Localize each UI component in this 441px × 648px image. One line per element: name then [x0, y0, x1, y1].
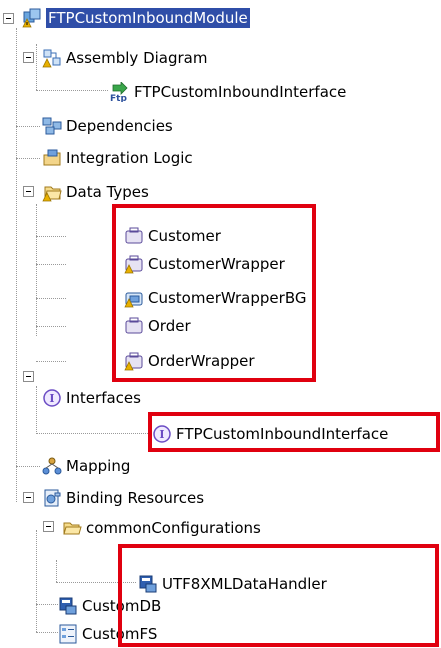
- tree-item-business-object[interactable]: CustomerWrapper: [124, 250, 285, 278]
- tree-item-label: Assembly Diagram: [66, 49, 208, 67]
- tree-item-common-configurations[interactable]: commonConfigurations: [62, 514, 261, 542]
- tree-item-label: commonConfigurations: [86, 519, 261, 537]
- tree-connector: [36, 530, 37, 632]
- svg-text:I: I: [159, 428, 164, 441]
- tree-item-label: CustomFS: [82, 625, 158, 643]
- collapse-toggle[interactable]: [43, 521, 54, 532]
- tree-item-data-types[interactable]: Data Types: [42, 178, 149, 206]
- tree-item-label: Interfaces: [66, 389, 141, 407]
- tree-connector: [56, 560, 57, 582]
- business-object-icon: [124, 254, 144, 274]
- tree-item-mapping[interactable]: Mapping: [42, 452, 130, 480]
- tree-item-assembly-interface[interactable]: Ftp FTPCustomInboundInterface: [110, 78, 346, 106]
- tree-item-label: Mapping: [66, 457, 131, 475]
- function-selector-icon: [58, 624, 78, 644]
- tree-item-business-graph[interactable]: CustomerWrapperBG: [124, 284, 306, 312]
- tree-connector: [36, 90, 108, 91]
- tree-item-label: Integration Logic: [66, 149, 193, 167]
- tree-item-label: CustomDB: [82, 597, 162, 615]
- svg-text:I: I: [49, 392, 54, 405]
- tree-item-interface[interactable]: I FTPCustomInboundInterface: [152, 420, 388, 448]
- tree-connector: [16, 158, 40, 159]
- tree-item-module[interactable]: FTPCustomInboundModule: [22, 4, 250, 32]
- tree-connector: [56, 582, 136, 583]
- dependencies-icon: [42, 116, 62, 136]
- tree-connector: [36, 632, 58, 633]
- data-handler-icon: [58, 596, 78, 616]
- tree-item-dependencies[interactable]: Dependencies: [42, 112, 173, 140]
- tree-connector: [16, 28, 17, 502]
- tree-connector: [36, 44, 37, 90]
- interface-icon: I: [42, 388, 62, 408]
- business-graph-icon: [124, 288, 144, 308]
- module-icon: [22, 8, 42, 28]
- tree-item-label: Dependencies: [66, 117, 173, 135]
- tree-item-label: UTF8XMLDataHandler: [162, 575, 327, 593]
- business-object-icon: [124, 351, 144, 371]
- tree-connector: [36, 236, 66, 237]
- tree-connector: [16, 466, 40, 467]
- business-object-icon: [124, 316, 144, 336]
- business-object-icon: [124, 226, 144, 246]
- tree-item-interfaces[interactable]: I Interfaces: [42, 384, 141, 412]
- collapse-toggle[interactable]: [23, 492, 34, 503]
- collapse-toggle[interactable]: [23, 186, 34, 197]
- tree-item-integration-logic[interactable]: Integration Logic: [42, 144, 193, 172]
- tree-connector: [16, 126, 40, 127]
- interface-icon: I: [152, 424, 172, 444]
- tree-item-label: Order: [148, 317, 191, 335]
- tree-item-label: Binding Resources: [66, 489, 205, 507]
- tree-item-label: OrderWrapper: [148, 352, 255, 370]
- binding-resources-icon: [42, 488, 62, 508]
- tree-item-business-object[interactable]: Order: [124, 312, 191, 340]
- project-tree: FTPCustomInboundModule Assembly Diagram …: [0, 0, 441, 647]
- assembly-diagram-icon: [42, 48, 62, 68]
- collapse-toggle[interactable]: [23, 371, 34, 382]
- tree-item-label: CustomerWrapperBG: [148, 289, 307, 307]
- tree-item-label: Data Types: [66, 183, 149, 201]
- tree-item-data-handler[interactable]: UTF8XMLDataHandler: [138, 570, 327, 598]
- tree-item-business-object[interactable]: Customer: [124, 222, 221, 250]
- tree-connector: [36, 361, 66, 362]
- ftp-export-icon: Ftp: [110, 81, 130, 104]
- tree-item-label: FTPCustomInboundInterface: [176, 425, 389, 443]
- mapping-icon: [42, 456, 62, 476]
- tree-connector: [36, 433, 148, 434]
- collapse-toggle[interactable]: [3, 13, 14, 24]
- tree-connector: [36, 604, 58, 605]
- tree-item-customfs[interactable]: CustomFS: [58, 620, 157, 648]
- tree-item-label: FTPCustomInboundModule: [46, 8, 250, 28]
- tree-item-binding-resources[interactable]: Binding Resources: [42, 484, 204, 512]
- tree-connector: [36, 326, 66, 327]
- integration-logic-icon: [42, 148, 62, 168]
- tree-item-assembly-diagram[interactable]: Assembly Diagram: [42, 44, 207, 72]
- svg-text:Ftp: Ftp: [110, 94, 127, 102]
- tree-connector: [36, 204, 37, 336]
- folder-open-icon: [62, 518, 82, 538]
- folder-icon: [42, 182, 62, 202]
- tree-item-label: Customer: [148, 227, 221, 245]
- tree-connector: [36, 386, 37, 434]
- tree-connector: [36, 298, 66, 299]
- tree-item-label: CustomerWrapper: [148, 255, 285, 273]
- collapse-toggle[interactable]: [23, 52, 34, 63]
- tree-item-business-object[interactable]: OrderWrapper: [124, 347, 255, 375]
- tree-connector: [36, 264, 66, 265]
- tree-item-label: FTPCustomInboundInterface: [134, 83, 347, 101]
- tree-item-customdb[interactable]: CustomDB: [58, 592, 161, 620]
- data-handler-icon: [138, 574, 158, 594]
